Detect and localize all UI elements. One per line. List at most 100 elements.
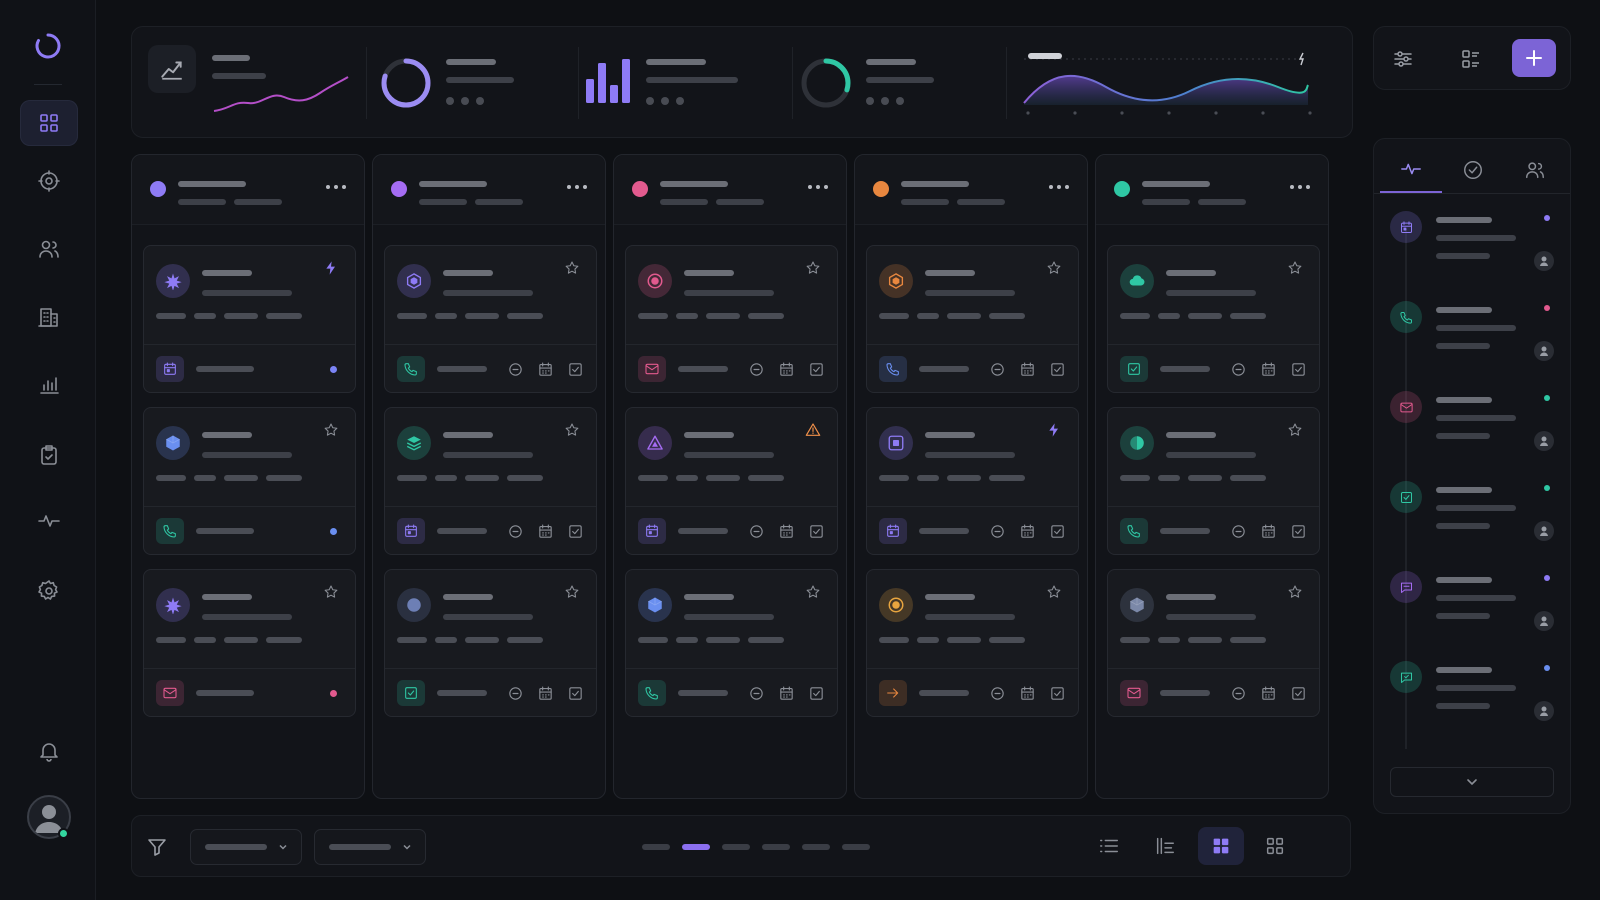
check-box-icon[interactable] (1048, 684, 1066, 702)
filter-icon[interactable] (146, 836, 168, 858)
check-box-icon[interactable] (1289, 522, 1307, 540)
more-options-icon[interactable] (1049, 185, 1069, 189)
calendar-grid-icon[interactable] (1259, 522, 1277, 540)
minus-circle-icon[interactable] (988, 360, 1006, 378)
tab-check-circle[interactable] (1442, 147, 1504, 193)
view-list[interactable] (1086, 827, 1132, 865)
sidebar-item-target[interactable] (20, 158, 78, 204)
show-more-button[interactable] (1390, 767, 1554, 797)
check-square-icon[interactable] (397, 680, 425, 706)
sliders-icon[interactable] (1384, 41, 1422, 77)
check-box-icon[interactable] (1048, 360, 1066, 378)
task-card[interactable] (866, 245, 1079, 393)
check-box-icon[interactable] (566, 522, 584, 540)
minus-circle-icon[interactable] (1229, 360, 1247, 378)
sidebar-item-clipboard-check[interactable] (20, 432, 78, 478)
sidebar-item-gear[interactable] (20, 568, 78, 614)
phone-icon[interactable] (1120, 518, 1148, 544)
task-card[interactable] (1107, 407, 1320, 555)
calendar-grid-icon[interactable] (777, 360, 795, 378)
task-card[interactable] (384, 407, 597, 555)
check-box-icon[interactable] (807, 360, 825, 378)
task-card[interactable] (866, 407, 1079, 555)
calendar-icon[interactable] (879, 518, 907, 544)
page-indicator[interactable] (682, 844, 710, 850)
activity-item[interactable] (1384, 297, 1562, 377)
add-button[interactable] (1512, 39, 1556, 77)
phone-icon[interactable] (156, 518, 184, 544)
calendar-grid-icon[interactable] (777, 522, 795, 540)
sidebar-item-pulse[interactable] (20, 498, 78, 544)
phone-icon[interactable] (638, 680, 666, 706)
calendar-grid-icon[interactable] (1259, 684, 1277, 702)
page-indicator[interactable] (842, 844, 870, 850)
check-box-icon[interactable] (807, 522, 825, 540)
task-card[interactable] (384, 569, 597, 717)
column-header[interactable] (855, 155, 1087, 225)
list-detail-icon[interactable] (1452, 41, 1490, 77)
page-indicator[interactable] (802, 844, 830, 850)
column-header[interactable] (614, 155, 846, 225)
more-options-icon[interactable] (1290, 185, 1310, 189)
lightning-icon[interactable] (323, 260, 341, 278)
task-card[interactable] (625, 569, 838, 717)
task-card[interactable] (625, 407, 838, 555)
warning-icon[interactable] (805, 422, 823, 440)
minus-circle-icon[interactable] (1229, 684, 1247, 702)
calendar-grid-icon[interactable] (1018, 684, 1036, 702)
check-box-icon[interactable] (1048, 522, 1066, 540)
calendar-grid-icon[interactable] (777, 684, 795, 702)
star-icon[interactable] (1287, 422, 1305, 440)
stat-donut[interactable] (800, 27, 990, 139)
star-icon[interactable] (1287, 584, 1305, 602)
stat-donut[interactable] (380, 27, 570, 139)
wave-chart-icon[interactable] (1022, 27, 1322, 139)
lightning-icon[interactable] (1046, 422, 1064, 440)
phone-icon[interactable] (879, 356, 907, 382)
task-card[interactable] (1107, 245, 1320, 393)
task-card[interactable] (143, 245, 356, 393)
task-card[interactable] (625, 245, 838, 393)
view-grid-filled[interactable] (1198, 827, 1244, 865)
phone-icon[interactable] (397, 356, 425, 382)
minus-circle-icon[interactable] (988, 684, 1006, 702)
column-header[interactable] (1096, 155, 1328, 225)
minus-circle-icon[interactable] (747, 684, 765, 702)
star-icon[interactable] (805, 260, 823, 278)
sidebar-item-users[interactable] (20, 226, 78, 272)
tab-pulse[interactable] (1380, 147, 1442, 193)
filter-dropdown-1[interactable] (190, 829, 302, 865)
page-indicator[interactable] (722, 844, 750, 850)
activity-item[interactable] (1384, 387, 1562, 467)
star-icon[interactable] (1046, 584, 1064, 602)
activity-item[interactable] (1384, 207, 1562, 287)
mail-icon[interactable] (1120, 680, 1148, 706)
activity-item[interactable] (1384, 477, 1562, 557)
view-timeline[interactable] (1142, 827, 1188, 865)
star-icon[interactable] (1046, 260, 1064, 278)
task-card[interactable] (1107, 569, 1320, 717)
tab-users[interactable] (1504, 147, 1566, 193)
filter-dropdown-2[interactable] (314, 829, 426, 865)
more-options-icon[interactable] (326, 185, 346, 189)
task-card[interactable] (143, 569, 356, 717)
star-icon[interactable] (323, 422, 341, 440)
minus-circle-icon[interactable] (747, 522, 765, 540)
calendar-icon[interactable] (638, 518, 666, 544)
more-options-icon[interactable] (567, 185, 587, 189)
sidebar-item-bar-chart[interactable] (20, 362, 78, 408)
minus-circle-icon[interactable] (506, 360, 524, 378)
minus-circle-icon[interactable] (506, 522, 524, 540)
task-card[interactable] (384, 245, 597, 393)
star-icon[interactable] (323, 584, 341, 602)
check-box-icon[interactable] (1289, 360, 1307, 378)
task-card[interactable] (143, 407, 356, 555)
star-icon[interactable] (564, 422, 582, 440)
check-box-icon[interactable] (1289, 684, 1307, 702)
calendar-grid-icon[interactable] (536, 522, 554, 540)
calendar-grid-icon[interactable] (1259, 360, 1277, 378)
sidebar-item-grid[interactable] (20, 100, 78, 146)
calendar-grid-icon[interactable] (1018, 360, 1036, 378)
check-square-icon[interactable] (1120, 356, 1148, 382)
star-icon[interactable] (564, 260, 582, 278)
